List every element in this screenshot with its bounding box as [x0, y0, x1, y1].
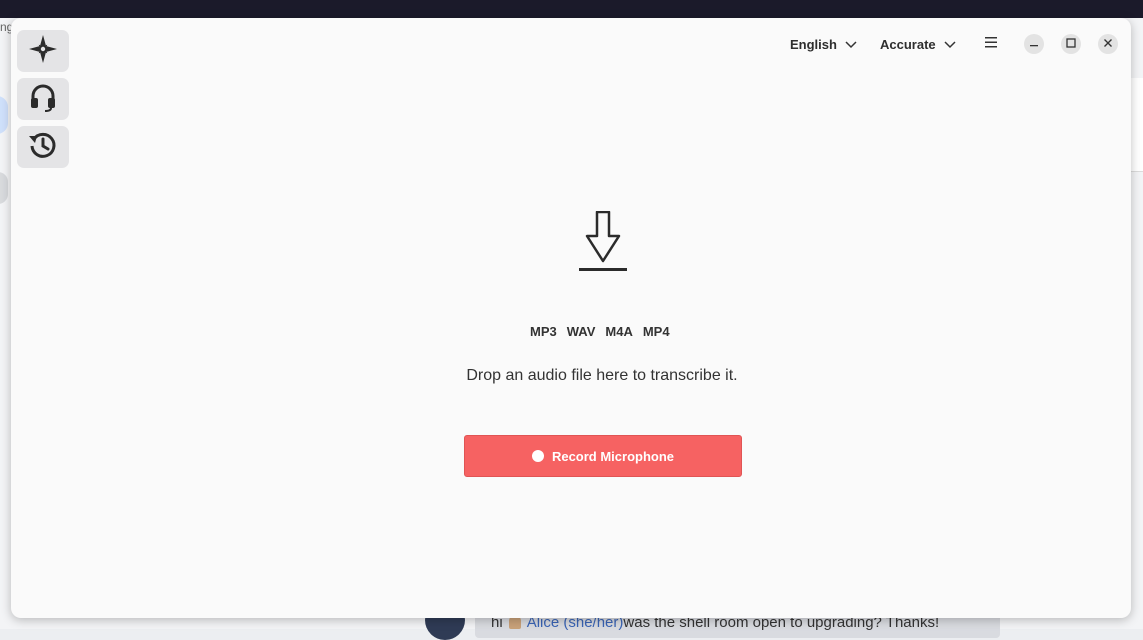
record-microphone-button[interactable]: Record Microphone: [464, 435, 742, 477]
quality-label: Accurate: [880, 36, 936, 52]
maximize-icon: [1066, 35, 1076, 53]
quality-dropdown[interactable]: Accurate: [880, 34, 956, 54]
record-label: Record Microphone: [551, 448, 675, 464]
maximize-button[interactable]: [1061, 34, 1081, 54]
language-label: English: [790, 36, 837, 52]
format-label: WAV: [566, 324, 596, 339]
close-icon: [1103, 35, 1113, 53]
drop-instruction: Drop an audio file here to transcribe it…: [466, 367, 738, 384]
main-menu-button[interactable]: [981, 34, 1001, 54]
minimize-button[interactable]: [1024, 34, 1044, 54]
chevron-down-icon: [944, 37, 956, 52]
background-panel-edge: [1129, 78, 1143, 172]
language-dropdown[interactable]: English: [790, 34, 857, 54]
sidebar-headphones-button[interactable]: [17, 78, 69, 120]
format-label: M4A: [605, 324, 633, 339]
compass-icon: [28, 34, 58, 69]
sidebar-history-button[interactable]: [17, 126, 69, 168]
history-icon: [27, 129, 59, 166]
desktop-top-bar: [0, 0, 1143, 18]
headphones-icon: [28, 82, 58, 117]
sidebar-compass-button[interactable]: [17, 30, 69, 72]
close-button[interactable]: [1098, 34, 1118, 54]
hamburger-menu-icon: [985, 35, 997, 53]
record-dot-icon: [531, 450, 544, 462]
format-label: MP3: [530, 324, 557, 339]
supported-formats: MP3 WAV M4A MP4: [530, 324, 670, 339]
app-window: English Accurate MP3 WAV M4A MP4 Drop an…: [11, 18, 1131, 618]
minimize-icon: [1029, 35, 1039, 53]
format-label: MP4: [642, 324, 670, 339]
chevron-down-icon: [845, 37, 857, 52]
download-arrow-icon: [577, 210, 629, 278]
